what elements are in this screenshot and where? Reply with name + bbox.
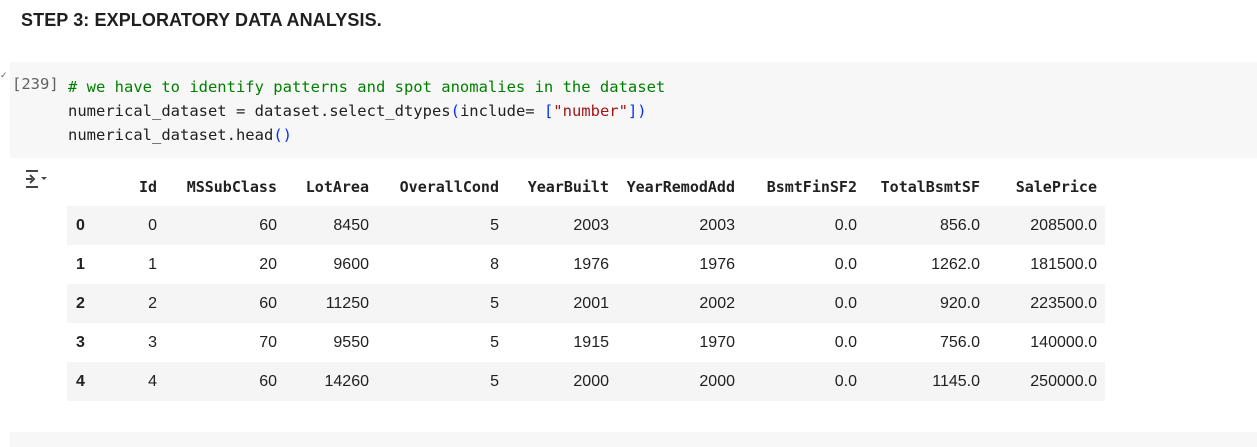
code-token: ]: [627, 102, 638, 120]
table-cell: 9600: [333, 255, 369, 273]
table-cell: 4: [148, 372, 157, 390]
column-header: YearBuilt: [527, 178, 609, 196]
table-cell: 181500.0: [1030, 255, 1097, 273]
table-cell: 5: [490, 333, 499, 351]
row-index: 4: [76, 372, 85, 390]
table-cell: 2003: [699, 216, 735, 234]
code-token: numerical_dataset = dataset.select_dtype…: [68, 102, 451, 120]
row-index: 3: [76, 333, 85, 351]
code-token: numerical_dataset.head: [68, 126, 274, 144]
table-cell: 2: [148, 294, 157, 312]
code-token: (: [450, 102, 460, 120]
table-cell: 60: [259, 216, 277, 234]
code-token: (): [273, 126, 292, 144]
table-cell: 0.0: [834, 372, 857, 390]
table-row: 0 0 60 8450 5 2003 2003 0.0 856.0 208500.0: [67, 206, 1105, 245]
table-cell: 0.0: [834, 294, 857, 312]
table-cell: 1976: [699, 255, 735, 273]
table-cell: 3: [148, 333, 157, 351]
table-cell: 0: [148, 216, 157, 234]
section-heading: STEP 3: EXPLORATORY DATA ANALYSIS.: [21, 10, 382, 30]
column-header: MSSubClass: [186, 178, 277, 196]
code-line: numerical_dataset.head(): [68, 123, 665, 147]
table-cell: 2002: [699, 294, 735, 312]
table-cell: 856.0: [939, 216, 980, 234]
execution-count[interactable]: [239]: [12, 75, 59, 93]
table-cell: 1262.0: [931, 255, 980, 273]
table-cell: 2001: [573, 294, 609, 312]
table-header-row: Id MSSubClass LotArea OverallCond YearBuilt Y…: [67, 168, 1105, 206]
table-cell: 1: [148, 255, 157, 273]
table-cell: 8: [490, 255, 499, 273]
output-toggle-icon[interactable]: [24, 167, 50, 191]
table-cell: 920.0: [939, 294, 980, 312]
row-index: 0: [76, 216, 85, 234]
table-row: 4 4 60 14260 5 2000 2000 0.0 1145.0 250000.0: [67, 362, 1105, 401]
table-cell: 0.0: [834, 333, 857, 351]
row-index: 2: [76, 294, 85, 312]
run-status-icon: ✓: [0, 71, 8, 81]
table-cell: 2003: [573, 216, 609, 234]
table-cell: 60: [259, 294, 277, 312]
table-cell: 20: [259, 255, 277, 273]
table-row: 2 2 60 11250 5 2001 2002 0.0 920.0 223500.0: [67, 284, 1105, 323]
table-cell: 223500.0: [1030, 294, 1097, 312]
column-header: LotArea: [305, 178, 369, 196]
code-line: numerical_dataset = dataset.select_dtype…: [68, 99, 665, 123]
table-cell: 5: [490, 216, 499, 234]
column-header: [67, 168, 107, 206]
table-cell: 70: [259, 333, 277, 351]
table-cell: 5: [490, 294, 499, 312]
next-cell[interactable]: [10, 432, 1257, 447]
table-cell: 5: [490, 372, 499, 390]
table-cell: 1145.0: [932, 372, 980, 390]
column-header: BsmtFinSF2: [766, 178, 857, 196]
dataframe-table: Id MSSubClass LotArea OverallCond YearBuilt Y…: [67, 168, 1105, 401]
table-row: 3 3 70 9550 5 1915 1970 0.0 756.0 140000.0: [67, 323, 1105, 362]
table-cell: 140000.0: [1030, 333, 1097, 351]
table-cell: 250000.0: [1030, 372, 1097, 390]
code-token: include=: [459, 102, 544, 120]
table-cell: 0.0: [834, 216, 857, 234]
table-cell: 2000: [699, 372, 735, 390]
column-header: TotalBsmtSF: [880, 178, 980, 196]
column-header: OverallCond: [399, 178, 499, 196]
table-row: 1 1 20 9600 8 1976 1976 0.0 1262.0 181500.0: [67, 245, 1105, 284]
table-cell: 2000: [573, 372, 609, 390]
table-cell: 756.0: [939, 333, 980, 351]
table-cell: 9550: [333, 333, 369, 351]
code-token: "number": [553, 102, 628, 120]
table-cell: 11250: [325, 294, 369, 312]
code-editor[interactable]: # we have to identify patterns and spot …: [68, 75, 665, 147]
table-cell: 1915: [573, 333, 609, 351]
code-token: [: [543, 102, 554, 120]
row-index: 1: [76, 255, 85, 273]
code-token: ): [637, 102, 647, 120]
code-token: # we have to identify patterns and spot …: [68, 78, 666, 96]
column-header: Id: [138, 178, 157, 196]
table-cell: 208500.0: [1030, 216, 1097, 234]
table-cell: 14260: [324, 372, 370, 390]
table-cell: 1976: [573, 255, 609, 273]
code-line: # we have to identify patterns and spot …: [68, 75, 665, 99]
column-header: SalePrice: [1015, 178, 1097, 196]
table-cell: 1970: [699, 333, 735, 351]
column-header: YearRemodAdd: [626, 178, 735, 196]
table-cell: 60: [259, 372, 277, 390]
table-cell: 0.0: [834, 255, 857, 273]
table-cell: 8450: [333, 216, 369, 234]
